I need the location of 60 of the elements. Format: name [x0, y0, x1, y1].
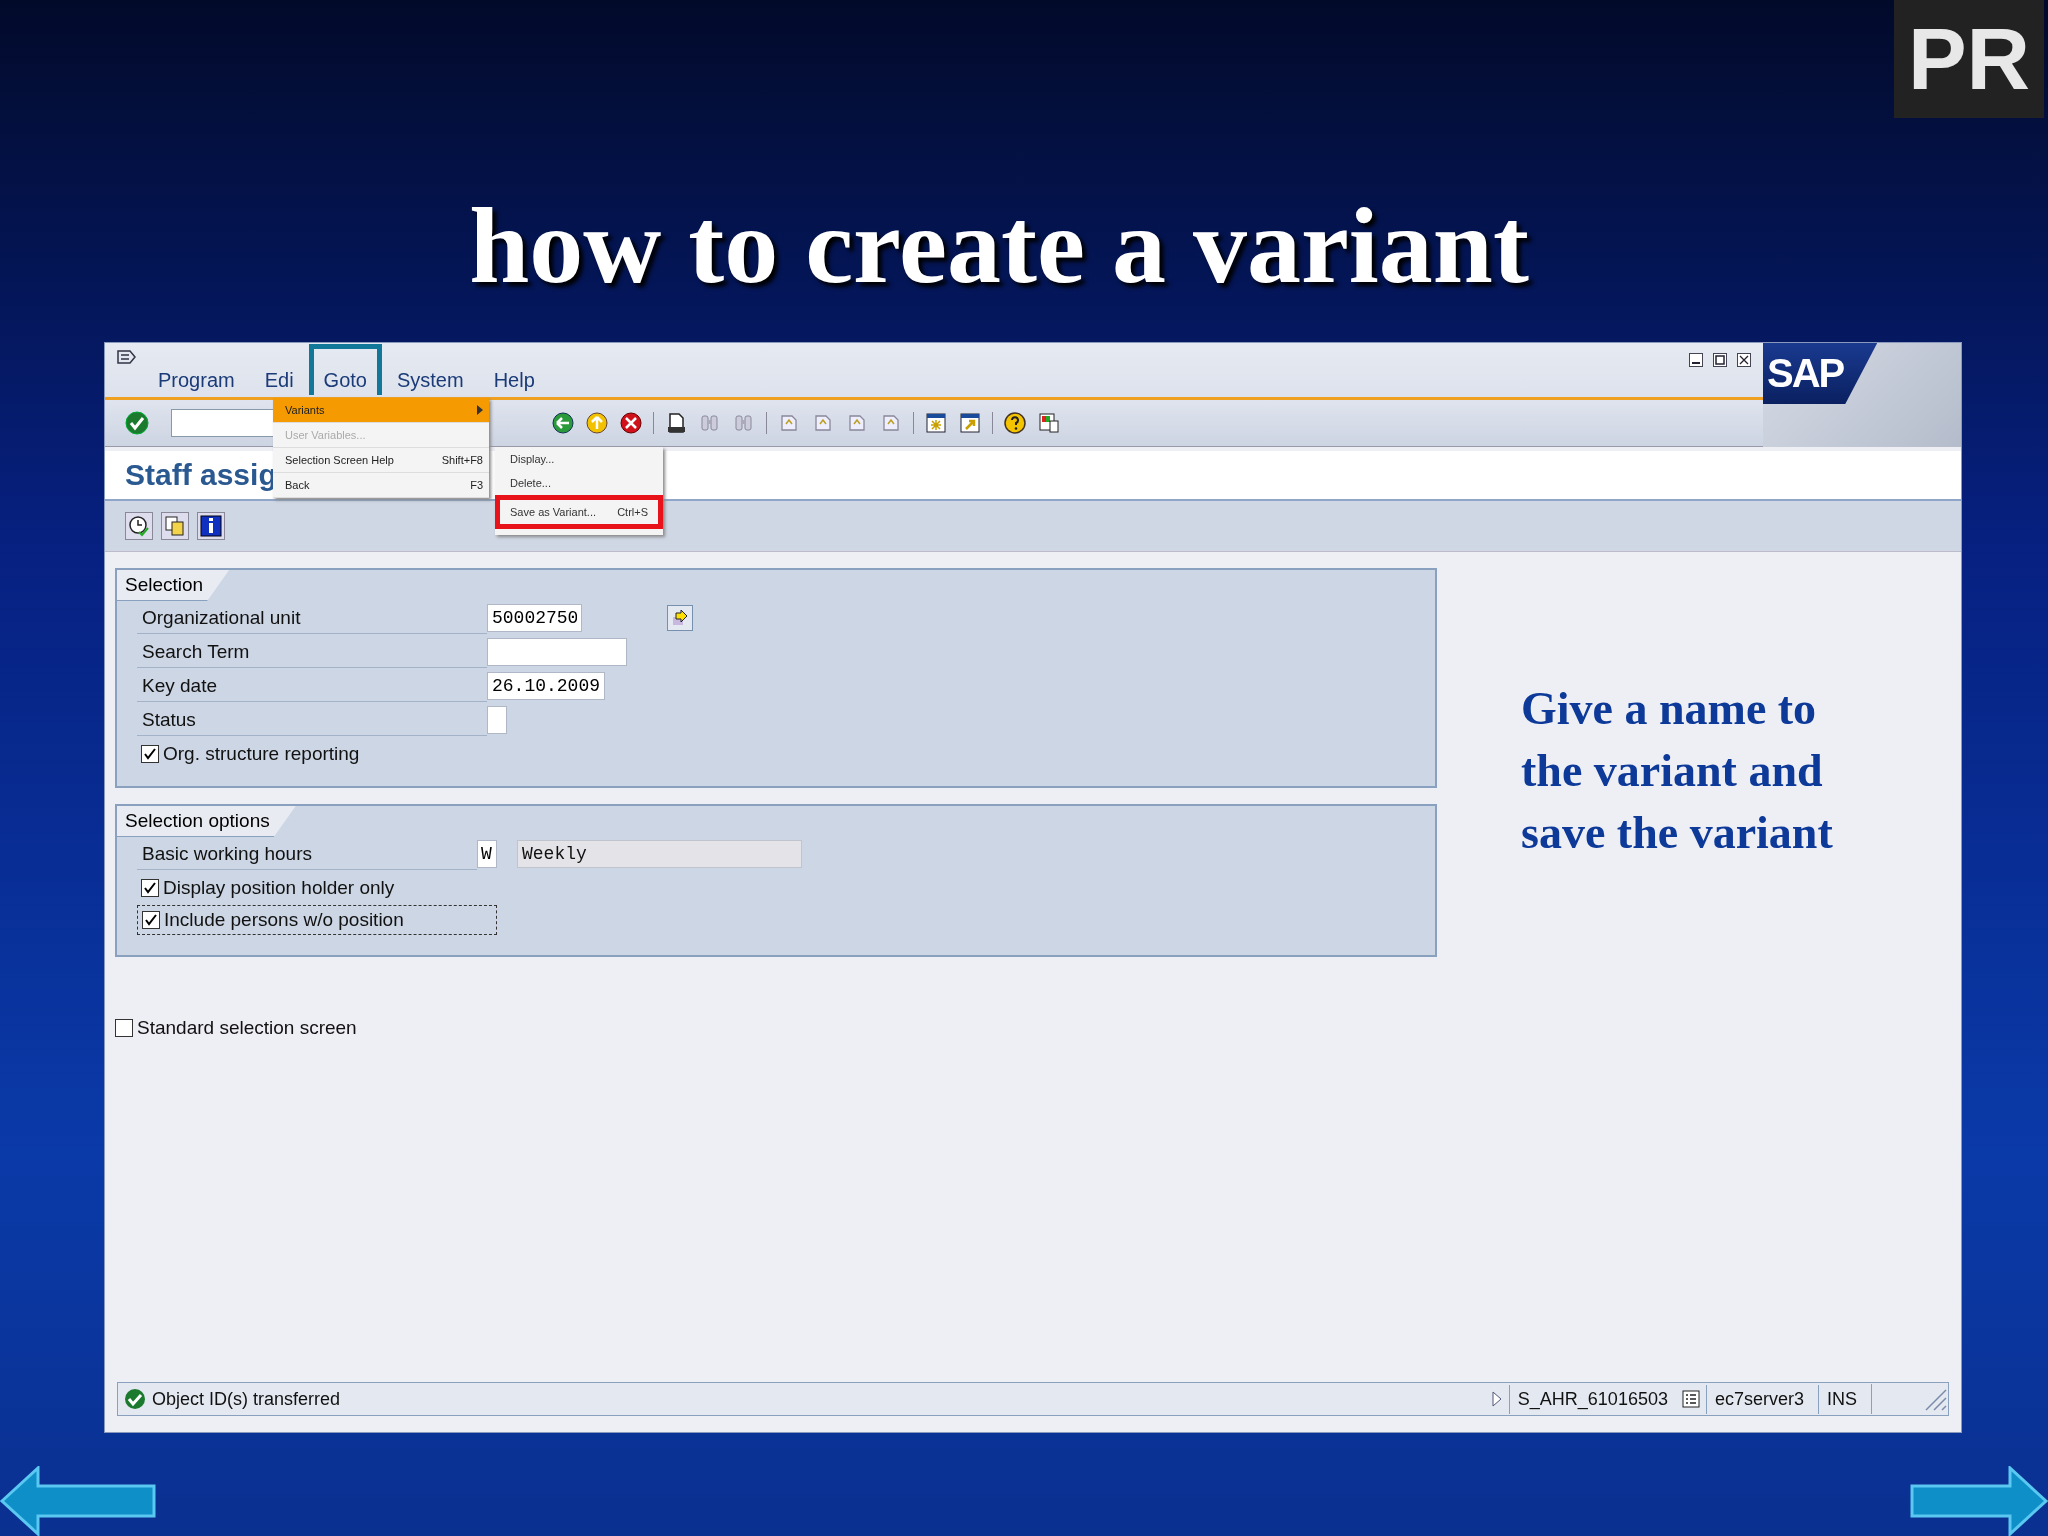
help-icon[interactable]	[1003, 411, 1027, 436]
input-mode: INS	[1818, 1384, 1865, 1414]
checkbox[interactable]	[115, 1019, 133, 1037]
field-label: Search Term	[137, 636, 487, 668]
session-info: S_AHR_61016503	[1508, 1384, 1676, 1414]
menu-item[interactable]: Back F3	[273, 473, 489, 498]
layout-icon[interactable]	[1037, 411, 1061, 436]
previous-slide-arrow-icon[interactable]	[0, 1466, 158, 1536]
menu-item[interactable]: Help	[478, 364, 550, 396]
menu-item[interactable]: Edi	[249, 364, 309, 396]
input-field[interactable]: 26.10.2009	[487, 672, 605, 700]
description-field: Weekly	[517, 840, 802, 868]
input-field[interactable]	[487, 706, 507, 734]
execute-icon[interactable]	[125, 512, 153, 540]
menu-item[interactable]: Save as Variant... Ctrl+S	[495, 495, 663, 529]
checkbox-label: Org. structure reporting	[163, 743, 360, 765]
exit-icon[interactable]	[585, 411, 609, 436]
checkbox-label: Display position holder only	[163, 877, 395, 899]
back-icon[interactable]	[551, 411, 575, 436]
checkbox-label: Standard selection screen	[137, 1017, 357, 1039]
group-title: Selection	[117, 570, 230, 601]
field-label: Key date	[137, 670, 487, 702]
input-field[interactable]: 50002750	[487, 604, 582, 632]
input-field[interactable]: W	[477, 840, 497, 868]
slide-title: how to create a variant	[469, 185, 1529, 307]
logo: PR	[1894, 0, 2044, 118]
enter-icon[interactable]	[125, 411, 149, 436]
field-label: Status	[137, 704, 487, 736]
checkbox[interactable]	[141, 879, 159, 897]
checkbox[interactable]	[142, 911, 160, 929]
menu-item[interactable]: Program	[143, 364, 250, 396]
expand-icon[interactable]	[1490, 1390, 1503, 1408]
maximize-icon[interactable]	[1713, 353, 1727, 367]
menu-item[interactable]: Delete...	[495, 471, 663, 495]
arrow-button-icon[interactable]	[667, 605, 693, 631]
info-icon[interactable]	[197, 512, 225, 540]
minimize-icon[interactable]	[1689, 353, 1703, 367]
field-label: Organizational unit	[137, 602, 487, 634]
sap-logo: SAP	[1763, 343, 1961, 447]
group-title: Selection options	[117, 806, 296, 837]
success-icon	[124, 1388, 146, 1410]
instruction-text: Give a name to the variant and save the variant	[1521, 682, 1834, 860]
field-label: Basic working hours	[137, 838, 477, 870]
cancel-icon[interactable]	[619, 411, 643, 436]
server-name: ec7server3	[1705, 1384, 1812, 1414]
new-session-icon[interactable]	[924, 411, 948, 436]
list-icon[interactable]	[1681, 1390, 1700, 1408]
close-icon[interactable]	[1737, 353, 1751, 367]
checkbox[interactable]	[141, 745, 159, 763]
menu-item[interactable]: System	[381, 364, 479, 396]
checkbox-label: Include persons w/o position	[164, 909, 404, 931]
status-message: Object ID(s) transferred	[152, 1388, 341, 1410]
menu-item[interactable]: Selection Screen Help Shift+F8	[273, 448, 489, 473]
next-slide-arrow-icon[interactable]	[1908, 1466, 2048, 1536]
menu-item[interactable]: Variants	[273, 398, 489, 423]
copy-icon[interactable]	[161, 512, 189, 540]
system-menu-icon[interactable]	[117, 349, 137, 365]
shortcut-icon[interactable]	[958, 411, 982, 436]
menu-item[interactable]: Display...	[495, 447, 663, 471]
input-field[interactable]	[487, 638, 627, 666]
